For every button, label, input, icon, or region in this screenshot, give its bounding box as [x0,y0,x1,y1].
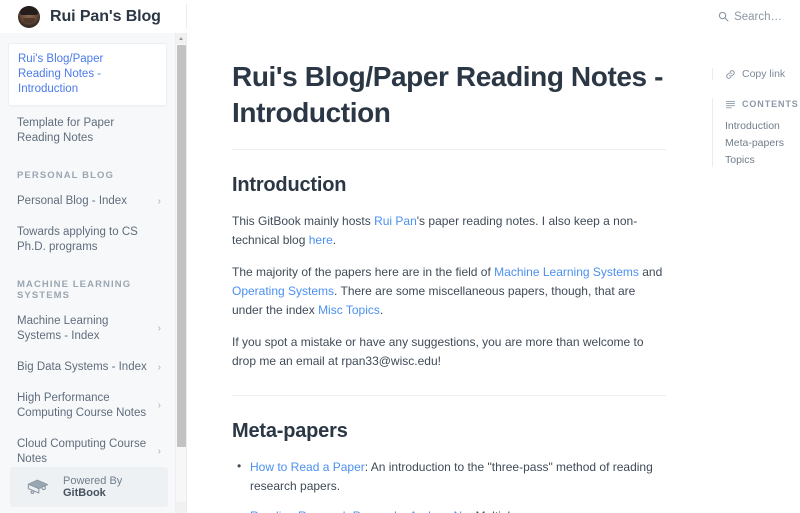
sidebar-item-label: Big Data Systems - Index [17,361,147,373]
sidebar-item-label: Towards applying to CS Ph.D. programs [17,226,138,253]
list-item: How to Read a Paper: An introduction to … [232,457,666,496]
list-item: Reading Research Papers by Andrew Ng: Mu… [232,506,666,513]
header-divider [186,4,187,29]
sidebar-scrollbar[interactable] [175,33,186,513]
search-icon [718,11,729,22]
contents-label: Contents [742,99,799,109]
sidebar-item-big-data-systems-index[interactable]: Big Data Systems - Index › [0,352,175,383]
sidebar-section-operating-systems: Operating Systems [0,506,175,513]
text: . [379,303,384,317]
main-content: Rui's Blog/Paper Reading Notes - Introdu… [188,33,800,513]
sidebar-item-label: Machine Learning Systems - Index [17,315,109,342]
chevron-right-icon[interactable]: › [158,447,161,457]
sidebar-item-template-for-paper-reading-notes[interactable]: Template for Paper Reading Notes [0,108,175,154]
link-rui-pan[interactable]: Rui Pan [374,214,417,228]
search-placeholder: Search… [734,10,782,23]
gitbook-icon [27,479,49,495]
brand-title: Rui Pan's Blog [50,7,161,25]
toc-link-topics[interactable]: Topics [725,152,800,169]
link-machine-learning-systems[interactable]: Machine Learning Systems [494,265,639,279]
top-header: Rui Pan's Blog Search… [0,0,800,33]
gitbook-footer-label: Powered By GitBook [63,475,123,499]
sidebar-item-rui-s-blog-paper-reading-notes-introduction[interactable]: Rui's Blog/Paper Reading Notes - Introdu… [8,43,167,106]
link-here[interactable]: here [309,233,333,247]
copy-link-button[interactable]: Copy link [725,66,800,82]
sidebar-item-label: High Performance Computing Course Notes [17,392,147,419]
section-divider [232,395,666,396]
search-input[interactable]: Search… [718,0,782,33]
chevron-right-icon[interactable]: › [158,362,161,373]
intro-paragraph-3: If you spot a mistake or have any sugges… [232,335,644,368]
right-rail: Copy link Contents Introduction Meta-pape… [712,33,800,513]
sidebar-item-personal-blog-index[interactable]: Personal Blog - Index › [0,186,175,217]
section-heading-introduction: Introduction [232,174,347,196]
scrollbar-thumb[interactable] [177,45,186,447]
intro-paragraph-2: The majority of the papers here are in t… [232,263,666,320]
chevron-right-icon[interactable]: › [158,401,161,411]
sidebar-item-label: Personal Blog - Index [17,195,127,207]
list-icon [725,100,736,108]
toc-link-introduction[interactable]: Introduction [725,118,800,135]
link-how-to-read-a-paper[interactable]: How to Read a Paper [250,460,365,474]
text: and [638,265,663,279]
link-operating-systems[interactable]: Operating Systems [232,284,334,298]
text: This GitBook mainly hosts [232,214,375,228]
sidebar-section-machine-learning-systems: Machine Learning Systems [17,279,132,301]
brand-home-link[interactable]: Rui Pan's Blog [0,0,186,33]
sidebar-section-personal-blog: Personal Blog [17,170,114,181]
gitbook-page: Rui Pan's Blog Search… Rui's Blog/Paper … [0,0,800,513]
link-misc-topics[interactable]: Misc Topics [318,303,380,317]
text: . [332,233,337,247]
link-icon [726,69,735,79]
chevron-right-icon[interactable]: › [158,196,161,207]
meta-papers-list: How to Read a Paper: An introduction to … [232,457,666,513]
link-reading-research-papers-by-andrew-ng[interactable]: Reading Research Papers by Andrew Ng [250,509,469,513]
sidebar-item-high-performance-computing-course-notes[interactable]: High Performance Computing Course Notes › [0,383,175,429]
page-title: Rui's Blog/Paper Reading Notes - Introdu… [232,59,666,150]
sidebar-item-towards-applying-to-cs-ph-d-programs[interactable]: Towards applying to CS Ph.D. programs [0,217,175,263]
toc-list: Introduction Meta-papers Topics [725,118,800,169]
intro-paragraph-1: This GitBook mainly hosts Rui Pan's pape… [232,212,666,250]
sidebar-item-label: Template for Paper Reading Notes [17,117,115,144]
scroll-up-arrow-icon[interactable] [176,33,186,44]
contents-block: Contents Introduction Meta-papers Topics [712,96,800,169]
scroll-down-arrow-icon[interactable] [176,502,186,513]
section-heading-meta-papers: Meta-papers [232,420,348,442]
sidebar-item-label: Rui's Blog/Paper Reading Notes - Introdu… [18,53,104,95]
chevron-right-icon[interactable]: › [158,324,161,334]
contents-header: Contents [725,96,800,112]
rail-spacer [712,82,800,96]
powered-by-gitbook[interactable]: Powered By GitBook [10,467,168,507]
sidebar-item-label: Cloud Computing Course Notes [17,438,147,465]
toc-link-meta-papers[interactable]: Meta-papers [725,135,800,152]
left-sidebar: Rui's Blog/Paper Reading Notes - Introdu… [0,33,187,513]
sidebar-nav-list: Rui's Blog/Paper Reading Notes - Introdu… [0,33,175,513]
copy-link-label: Copy link [742,68,786,80]
text: The majority of the papers here are in t… [232,265,495,279]
avatar [18,5,40,28]
list-item-text: : Multiple passes, [469,509,562,513]
copy-link-block: Copy link [712,66,800,82]
sidebar-item-machine-learning-systems-index[interactable]: Machine Learning Systems - Index › [0,306,175,352]
